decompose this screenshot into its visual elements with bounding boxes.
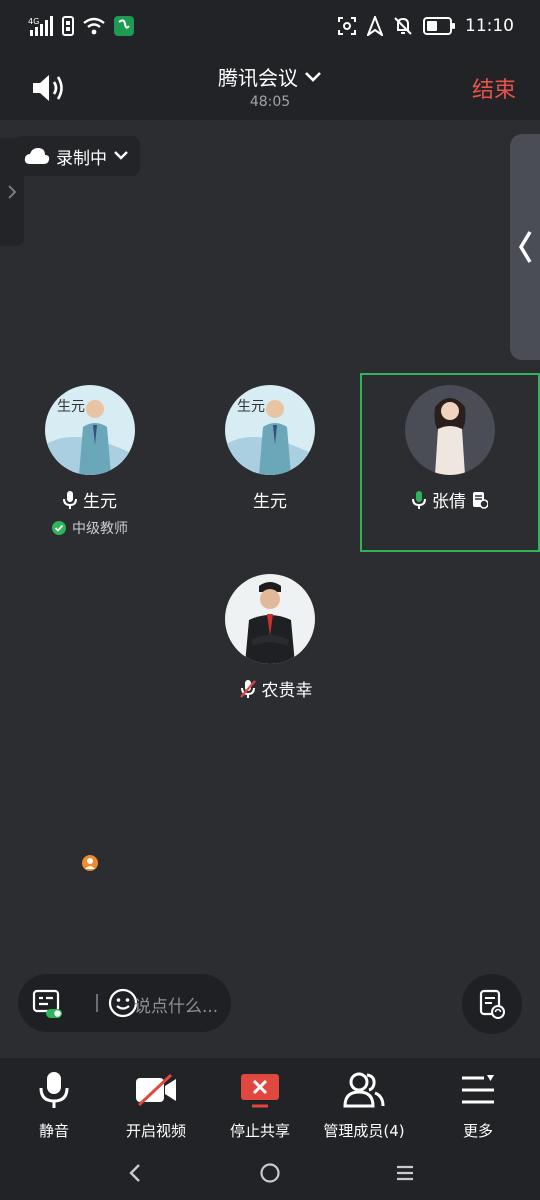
wifi-icon <box>83 17 105 35</box>
divider <box>96 994 98 1012</box>
participant-tile[interactable]: 农贵幸 <box>180 574 360 701</box>
mute-button[interactable]: 静音 <box>0 1070 108 1141</box>
right-panel-handle[interactable] <box>510 134 540 360</box>
host-badge <box>80 853 100 873</box>
members-label: 管理成员(4) <box>323 1122 405 1140</box>
more-button[interactable]: 更多 <box>424 1070 532 1141</box>
more-menu-icon <box>462 1075 494 1104</box>
battery-icon <box>423 17 455 35</box>
recents-button[interactable] <box>390 1158 420 1188</box>
meeting-title-text: 腾讯会议 <box>218 66 298 90</box>
sim-icon <box>62 16 74 36</box>
recents-icon <box>397 1165 413 1181</box>
location-icon <box>367 16 383 36</box>
home-icon <box>260 1163 280 1183</box>
chevron-down-icon <box>305 71 321 82</box>
participant-name: 农贵幸 <box>261 681 313 701</box>
microphone-icon <box>39 1072 69 1108</box>
avatar <box>405 385 495 475</box>
meeting-header: 腾讯会议 48:05 结束 <box>0 56 540 120</box>
chevron-down-icon <box>114 151 128 160</box>
screenshot-icon <box>338 17 356 35</box>
svg-text:生元: 生元 <box>57 399 85 415</box>
stop-share-button[interactable]: 停止共享 <box>206 1070 314 1141</box>
video-label: 开启视频 <box>125 1122 186 1140</box>
meeting-title[interactable]: 腾讯会议 <box>218 62 322 91</box>
verified-icon <box>52 521 66 535</box>
chevron-left-icon <box>518 231 532 263</box>
svg-text:4G: 4G <box>28 17 39 26</box>
avatar: 生元 <box>45 385 135 475</box>
participant-name: 生元 <box>83 492 117 512</box>
svg-text:生元: 生元 <box>237 399 265 415</box>
notes-button[interactable] <box>462 974 522 1034</box>
more-label: 更多 <box>462 1122 493 1140</box>
avatar <box>225 574 315 664</box>
end-meeting-button[interactable]: 结束 <box>472 72 516 104</box>
status-bar: 4G 11:10 <box>0 0 540 56</box>
avatar: 生元 <box>225 385 315 475</box>
back-icon <box>129 1164 140 1182</box>
video-off-icon <box>136 1074 176 1106</box>
microphone-icon <box>63 490 77 509</box>
participant-name: 生元 <box>253 492 287 512</box>
subtitle-toggle-icon[interactable] <box>32 989 64 1019</box>
chat-placeholder[interactable]: 说点什么... <box>134 992 218 1017</box>
members-icon <box>343 1072 385 1108</box>
recording-label: 录制中 <box>56 148 107 169</box>
microphone-icon <box>412 490 426 509</box>
recording-indicator[interactable]: 录制中 <box>14 136 140 176</box>
chat-input-bar[interactable]: 说点什么... <box>18 974 231 1032</box>
app-icon <box>114 16 134 36</box>
start-video-button[interactable]: 开启视频 <box>102 1070 210 1141</box>
system-nav-bar <box>0 1146 540 1200</box>
back-button[interactable] <box>120 1158 150 1188</box>
mute-label: 静音 <box>38 1122 69 1140</box>
signal-icon: 4G <box>28 16 53 36</box>
cloud-icon <box>24 148 50 164</box>
meeting-timer: 48:05 <box>249 94 291 110</box>
status-time: 11:10 <box>465 16 514 36</box>
participant-tile[interactable]: 生元 生元 中级教师 <box>0 385 180 873</box>
stop-share-icon <box>241 1074 279 1108</box>
notes-icon <box>479 989 505 1019</box>
participant-title: 中级教师 <box>72 521 128 537</box>
share-label: 停止共享 <box>229 1122 290 1140</box>
home-button[interactable] <box>255 1158 285 1188</box>
participant-name: 张倩 <box>432 492 466 512</box>
participant-tile[interactable]: 张倩 <box>360 385 540 512</box>
participant-tile[interactable]: 生元 生元 <box>180 385 360 512</box>
host-icon <box>85 858 95 869</box>
document-sync-icon <box>473 491 488 509</box>
bell-off-icon <box>394 17 412 35</box>
manage-members-button[interactable]: 管理成员(4) <box>310 1070 418 1141</box>
microphone-muted-icon <box>239 679 256 698</box>
